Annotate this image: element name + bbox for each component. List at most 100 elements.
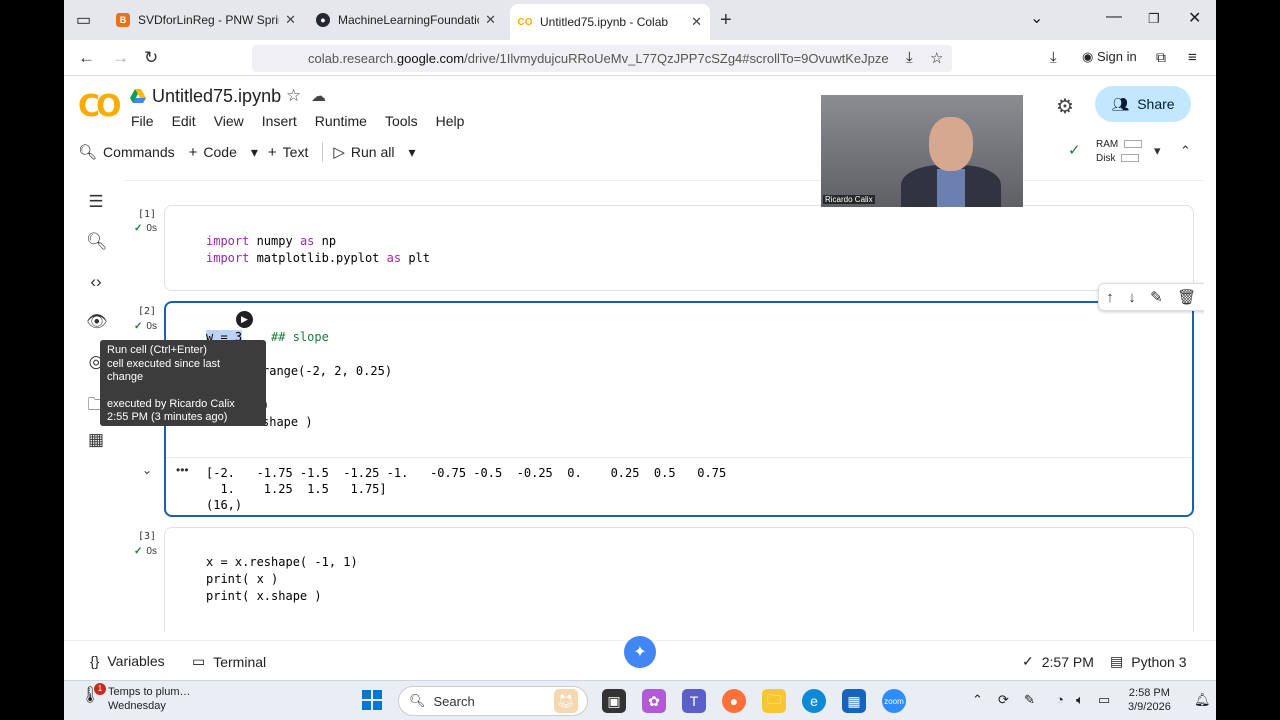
cell-status: ✓ 0s — [134, 223, 157, 234]
collapse-output-icon[interactable]: ⌄ — [142, 463, 152, 477]
cell-code[interactable]: x = x.reshape( -1, 1) print( x ) print( x.… — [206, 554, 358, 605]
taskbar-clock[interactable]: 2:58 PM 3/9/2026 — [1128, 686, 1171, 714]
cell-code[interactable]: import numpy as np import matplotlib.pyp… — [206, 233, 430, 267]
gemini-button[interactable]: ✦ — [624, 636, 656, 668]
ram-disk-indicator[interactable]: RAM Disk — [1096, 138, 1143, 166]
gear-icon[interactable]: ⚙ — [1056, 94, 1074, 119]
run-all-button[interactable]: ▷ Run all — [333, 143, 394, 161]
url-bar[interactable]: colab.research. google.com/drive/1Ilvmydu… — [252, 45, 952, 72]
share-button[interactable]: 👥︎ Share — [1095, 86, 1191, 122]
code-cell[interactable]: import numpy as np import matplotlib.pyp… — [164, 205, 1194, 291]
sync-icon[interactable]: ⟳ — [998, 692, 1009, 708]
chevron-down-icon[interactable]: ▾ — [1154, 143, 1161, 159]
connected-check-icon[interactable]: ✓ — [1068, 141, 1081, 159]
move-down-icon[interactable]: ↓ — [1128, 289, 1136, 306]
notebook-area: [1] ✓ 0s import numpy as np import matplo… — [124, 180, 1204, 632]
tab-untitled75[interactable]: CO Untitled75.ipynb - Colab ✕ — [510, 4, 710, 40]
file-explorer-icon[interactable]: 🗀 — [762, 689, 786, 713]
minimize-icon[interactable]: — — [1106, 8, 1122, 26]
menu-edit[interactable]: Edit — [172, 113, 196, 129]
close-icon[interactable]: ✕ — [691, 14, 702, 30]
reload-icon[interactable]: ↻ — [144, 48, 158, 68]
tab-machinelearningfoundations[interactable]: ● MachineLearningFoundations/S… ✕ — [308, 4, 504, 36]
find-icon[interactable]: 🔍︎ — [86, 232, 108, 252]
add-text-button[interactable]: + Text — [268, 144, 308, 161]
close-window-icon[interactable]: ✕ — [1188, 8, 1201, 28]
menu-insert[interactable]: Insert — [262, 113, 297, 129]
zoom-icon[interactable]: zoom — [882, 689, 906, 713]
search-icon: 🔍︎ — [78, 144, 98, 161]
runtime-status[interactable]: ▤ Python 3 — [1110, 653, 1187, 670]
menu-tools[interactable]: Tools — [385, 113, 418, 129]
new-tab-icon[interactable]: + — [720, 9, 732, 32]
output-actions-icon[interactable]: ••• — [176, 463, 189, 477]
tooltip-line: executed by Ricardo Calix — [107, 397, 235, 410]
install-app-icon[interactable]: ⤓ — [906, 49, 913, 66]
chevron-up-icon[interactable]: ⌃ — [972, 692, 983, 708]
forward-icon[interactable]: → — [112, 48, 129, 68]
notifications-icon[interactable]: 🔔︎ — [1194, 692, 1211, 708]
edge-icon[interactable]: e — [802, 689, 826, 713]
code-line: print( x ) — [206, 572, 279, 586]
runtime-label: Python 3 — [1131, 653, 1187, 670]
code-snippets-icon[interactable]: ‹› — [86, 272, 106, 292]
cloud-icon[interactable]: ☁ — [311, 87, 326, 105]
tab-list-icon[interactable]: ⌄ — [1030, 8, 1043, 28]
menu-help[interactable]: Help — [436, 113, 465, 129]
search-label: Search — [433, 693, 475, 709]
bookmark-star-icon[interactable]: ☆ — [930, 49, 943, 67]
code-cell-selected[interactable]: w = 3 ## slope range(-2, 2, 0.25) ) shap… — [164, 301, 1194, 517]
execution-status[interactable]: ✓ 2:57 PM — [1022, 653, 1094, 670]
pen-icon[interactable]: ✎ — [1024, 692, 1035, 708]
volume-icon[interactable]: 🔈︎ — [1076, 692, 1084, 708]
run-cell-button[interactable]: ▶ — [236, 311, 253, 328]
star-icon[interactable]: ☆ — [286, 86, 301, 106]
code-cell[interactable]: x = x.reshape( -1, 1) print( x ) print( x.… — [164, 527, 1194, 632]
windows-taskbar: 🌡︎ 1 Temps to plum… Wednesday 🔍︎ Search 🦊︎… — [64, 680, 1216, 720]
play-icon: ▶ — [241, 314, 248, 324]
run-cell-tooltip: Run cell (Ctrl+Enter) cell executed sinc… — [100, 340, 266, 437]
notebook-title[interactable]: Untitled75.ipynb — [152, 86, 281, 107]
wifi-icon[interactable]: ◔ — [1056, 692, 1064, 707]
tab-actions-icon[interactable]: ▭ — [76, 10, 91, 30]
downloads-icon[interactable]: ⤓ — [1050, 49, 1057, 66]
menu-view[interactable]: View — [214, 113, 244, 129]
video-overlay[interactable]: Ricardo Calix — [821, 95, 1023, 207]
close-icon[interactable]: ✕ — [285, 12, 296, 28]
table-of-contents-icon[interactable]: ☰ — [86, 192, 106, 212]
extensions-icon[interactable]: ⧉ — [1156, 49, 1166, 66]
data-table-icon[interactable]: ▦ — [86, 430, 106, 450]
start-icon[interactable] — [362, 690, 382, 710]
teams-icon[interactable]: T — [682, 689, 706, 713]
commands-button[interactable]: 🔍︎ Commands — [78, 143, 175, 161]
plus-icon: + — [267, 143, 277, 161]
menu-runtime[interactable]: Runtime — [315, 113, 367, 129]
secrets-icon[interactable]: 👁︎ — [86, 312, 108, 332]
sparkle-icon: ✦ — [633, 644, 647, 661]
menu-file[interactable]: File — [131, 113, 154, 129]
restore-icon[interactable]: ❐ — [1148, 11, 1160, 27]
code-dropdown[interactable]: ▾ — [251, 144, 258, 161]
variables-button[interactable]: {} Variables — [90, 653, 165, 669]
tab-svdforlinreg[interactable]: B SVDforLinReg - PNW Spring 20… ✕ — [108, 4, 304, 36]
back-icon[interactable]: ← — [78, 48, 95, 68]
menu-icon[interactable]: ≡ — [1188, 49, 1197, 66]
chevron-up-icon[interactable]: ⌃ — [1180, 143, 1191, 159]
terminal-button[interactable]: ▭ Terminal — [192, 653, 266, 670]
colab-logo[interactable]: CO — [78, 89, 121, 124]
store-icon[interactable]: ▦ — [842, 689, 866, 713]
delete-icon[interactable]: 🗑︎ — [1177, 288, 1196, 306]
battery-icon[interactable]: ▭ — [1098, 692, 1110, 708]
task-view-icon[interactable]: ▣ — [602, 689, 626, 713]
move-up-icon[interactable]: ↑ — [1106, 289, 1114, 306]
firefox-icon[interactable]: ● — [722, 689, 746, 713]
add-code-button[interactable]: + Code — [189, 144, 237, 161]
runtime-icon: ▤ — [1110, 653, 1124, 669]
close-icon[interactable]: ✕ — [485, 12, 496, 28]
disk-label: Disk — [1096, 153, 1116, 164]
copilot-icon[interactable]: ✿ — [642, 689, 666, 713]
run-all-dropdown[interactable]: ▾ — [409, 144, 416, 161]
account-button[interactable]: ◉ Sign in — [1082, 49, 1137, 65]
code-label: Code — [203, 144, 237, 160]
edit-icon[interactable]: ✎ — [1150, 288, 1163, 306]
